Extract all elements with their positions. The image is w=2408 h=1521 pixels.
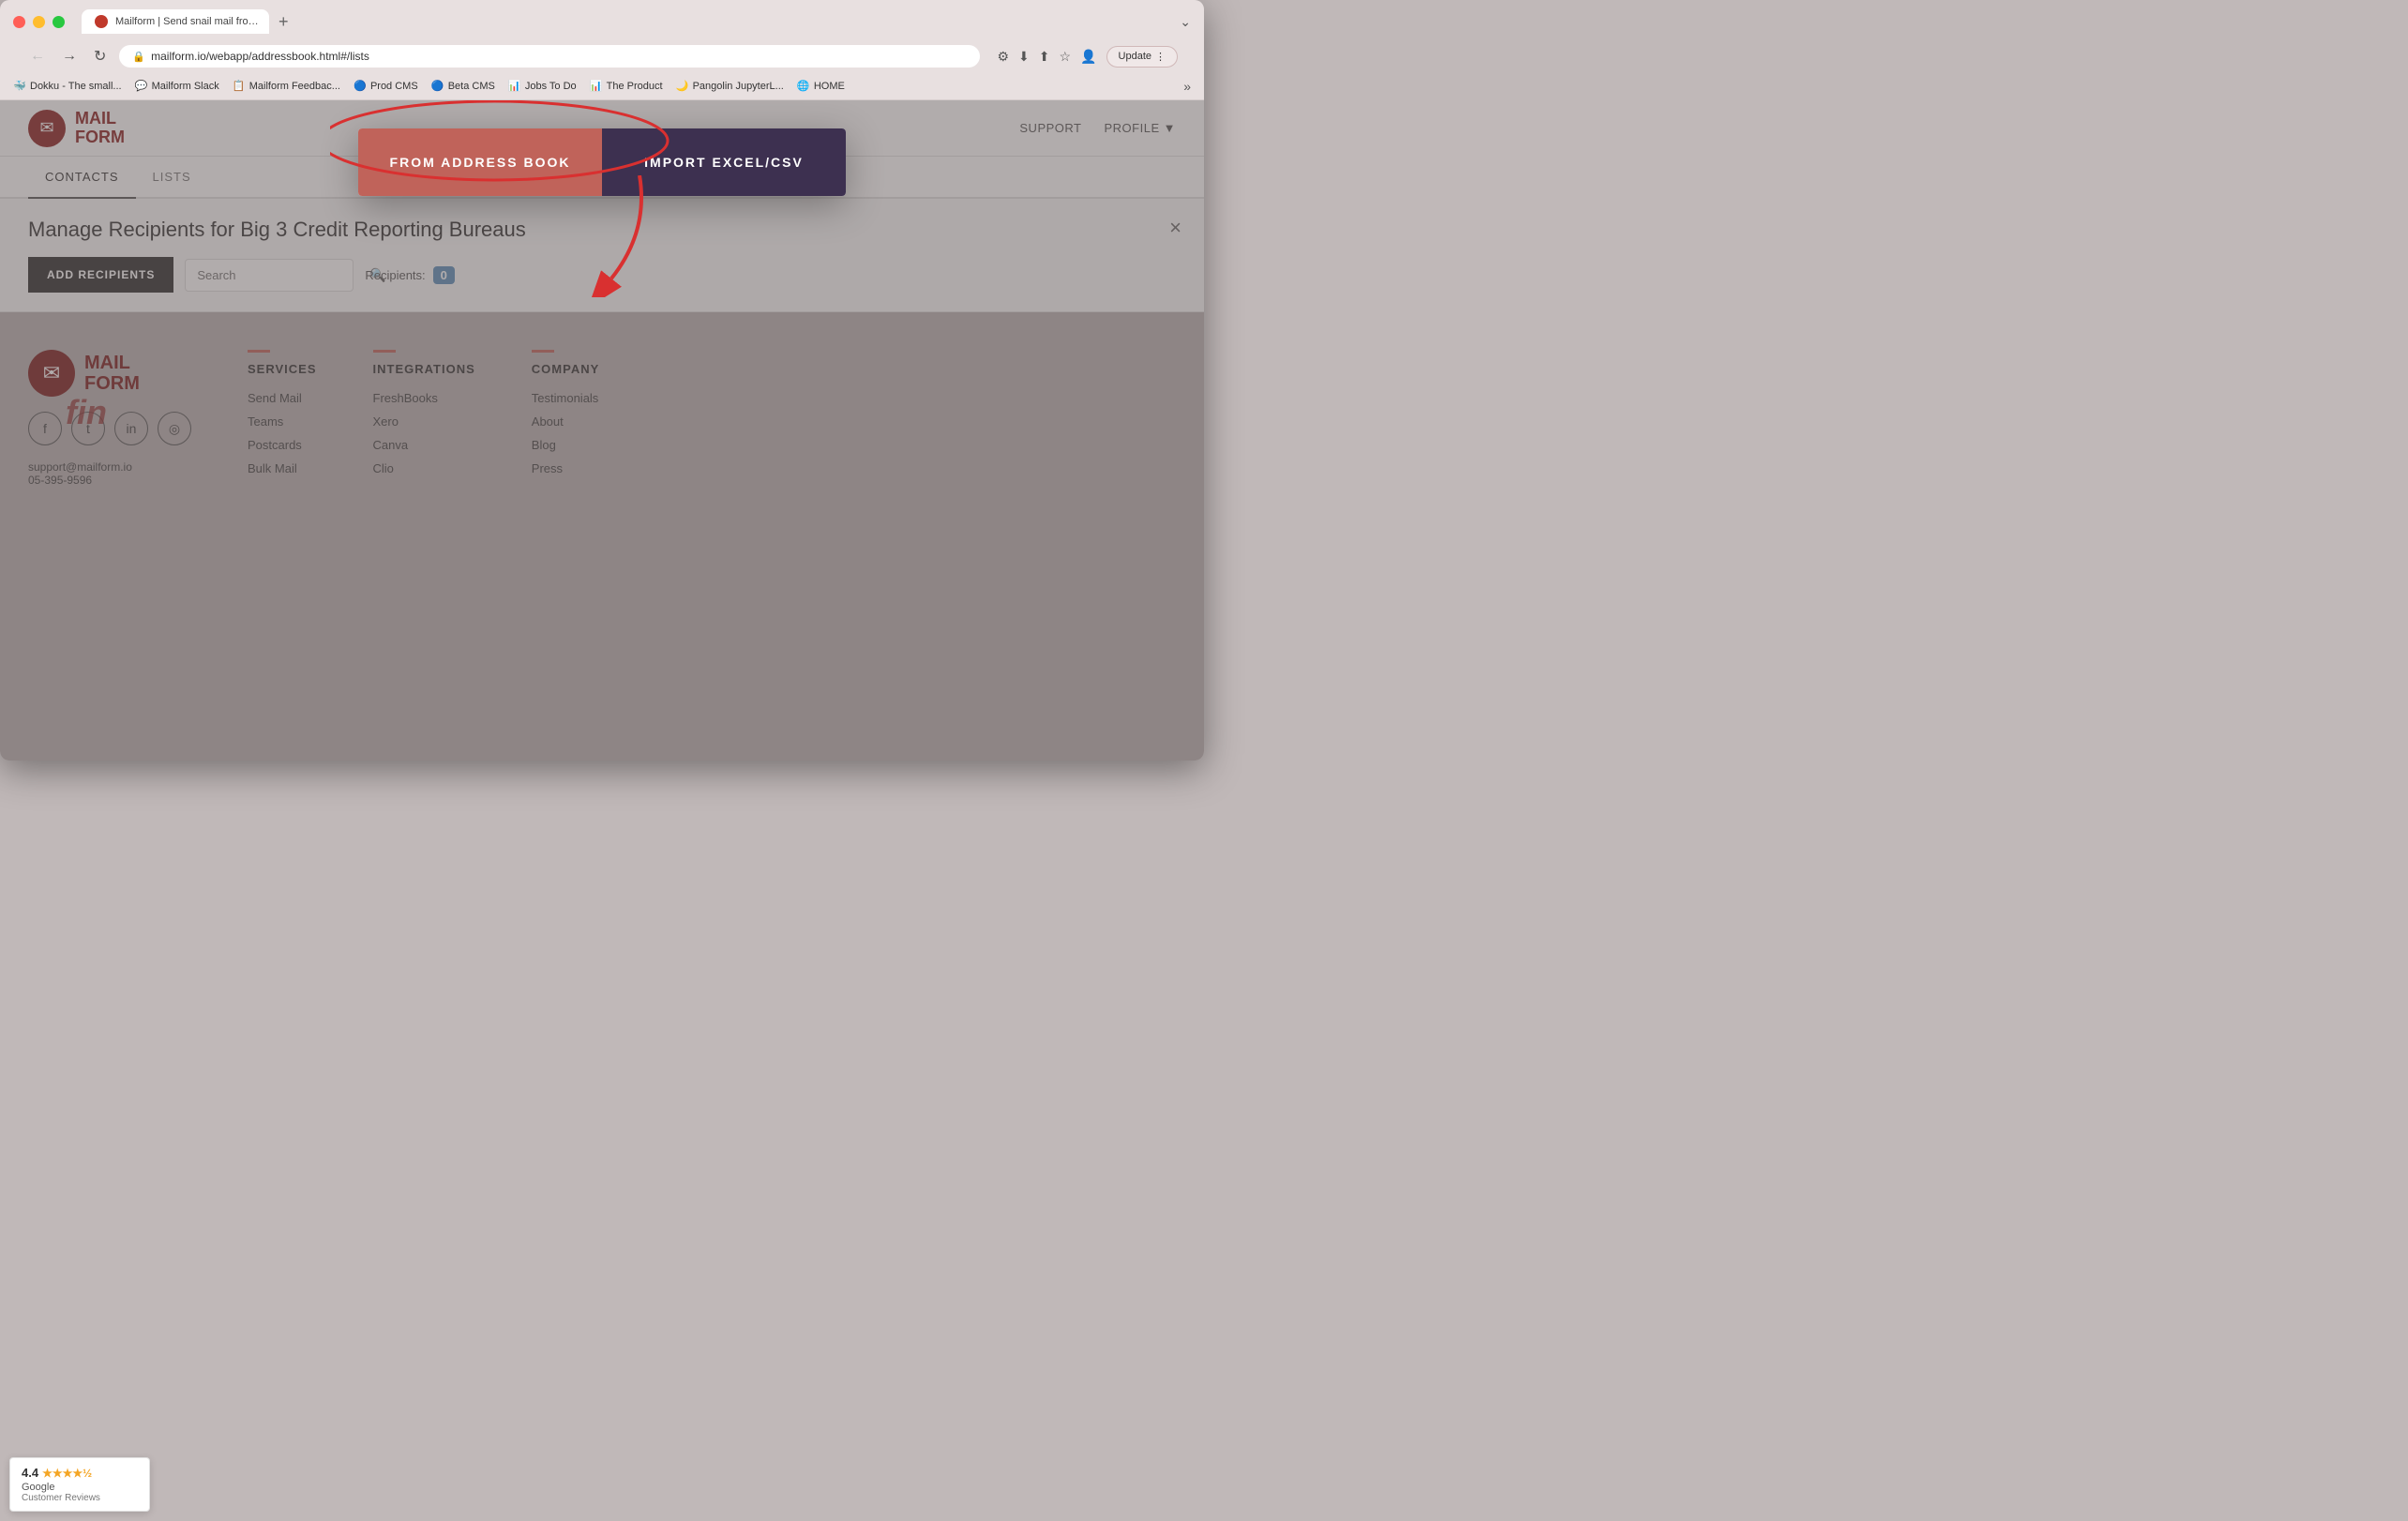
app-area: ✉ MAIL FORM SUPPORT PROFILE ▼ CONTACTS	[0, 100, 1204, 760]
jupyter-favicon: 🌙	[676, 80, 689, 93]
bookmark-dokku[interactable]: 🐳 Dokku - The small...	[13, 80, 122, 93]
bookmark-feedback[interactable]: 📋 Mailform Feedbac...	[233, 80, 340, 93]
bookmarks-bar: 🐳 Dokku - The small... 💬 Mailform Slack …	[0, 75, 1204, 100]
browser-tabs: Mailform | Send snail mail fro… × +	[82, 9, 296, 34]
bookmark-jobs[interactable]: 📊 Jobs To Do	[508, 80, 577, 93]
bookmark-dokku-label: Dokku - The small...	[30, 81, 122, 92]
bookmark-product-label: The Product	[607, 81, 663, 92]
bookmark-beta-cms-label: Beta CMS	[448, 81, 495, 92]
toolbar-icons: ⚙ ⬇ ⬆ ☆ 👤 Update ⋮	[997, 46, 1178, 68]
browser-window: Mailform | Send snail mail fro… × + ⌄ ← …	[0, 0, 1204, 760]
minimize-dot[interactable]	[33, 16, 45, 28]
bookmark-icon[interactable]: ☆	[1060, 49, 1072, 65]
close-dot[interactable]	[13, 16, 25, 28]
bookmark-beta-cms[interactable]: 🔵 Beta CMS	[431, 80, 495, 93]
browser-addressbar: ← → ↻ 🔒 mailform.io/webapp/addressbook.h…	[13, 39, 1191, 75]
browser-titlebar: Mailform | Send snail mail fro… × + ⌄ ← …	[0, 0, 1204, 75]
extensions-icon[interactable]: ⚙	[997, 49, 1009, 65]
prod-cms-favicon: 🔵	[354, 80, 367, 93]
tab-overflow-button[interactable]: ⌄	[1180, 14, 1191, 30]
bookmark-jobs-label: Jobs To Do	[525, 81, 577, 92]
bookmark-slack-label: Mailform Slack	[152, 81, 219, 92]
share-icon[interactable]: ⬆	[1039, 49, 1050, 65]
import-excel-csv-button[interactable]: IMPORT EXCEL/CSV	[602, 128, 846, 196]
bookmarks-more-button[interactable]: »	[1183, 79, 1191, 94]
jobs-favicon: 📊	[508, 80, 521, 93]
browser-controls: Mailform | Send snail mail fro… × + ⌄	[13, 9, 1191, 34]
bookmark-slack[interactable]: 💬 Mailform Slack	[135, 80, 219, 93]
refresh-button[interactable]: ↻	[90, 45, 110, 68]
bookmark-jupyter-label: Pangolin JupyterL...	[693, 81, 784, 92]
page-content: ✉ MAIL FORM SUPPORT PROFILE ▼ CONTACTS	[0, 100, 1204, 760]
update-menu-icon: ⋮	[1155, 51, 1166, 63]
forward-button[interactable]: →	[58, 46, 81, 67]
home-favicon: 🌐	[797, 80, 810, 93]
product-favicon: 📊	[590, 80, 603, 93]
maximize-dot[interactable]	[53, 16, 65, 28]
lock-icon: 🔒	[132, 51, 145, 63]
address-bar[interactable]: 🔒 mailform.io/webapp/addressbook.html#/l…	[119, 45, 980, 68]
from-address-book-button[interactable]: FROM ADDRESS BOOK	[358, 128, 602, 196]
bookmark-home-label: HOME	[814, 81, 845, 92]
profile-icon[interactable]: 👤	[1080, 49, 1096, 65]
google-rating: 4.4 ★★★★½	[22, 1466, 138, 1480]
bookmark-prod-cms-label: Prod CMS	[370, 81, 418, 92]
dokku-favicon: 🐳	[13, 80, 26, 93]
google-review-label: Customer Reviews	[22, 1493, 138, 1503]
modal-box: FROM ADDRESS BOOK IMPORT EXCEL/CSV	[358, 128, 846, 196]
bookmark-home[interactable]: 🌐 HOME	[797, 80, 845, 93]
rating-stars: ★★★★½	[42, 1467, 92, 1480]
rating-number: 4.4	[22, 1466, 38, 1480]
tab-favicon	[95, 15, 108, 28]
bookmark-prod-cms[interactable]: 🔵 Prod CMS	[354, 80, 418, 93]
google-brand: Google	[22, 1482, 138, 1493]
beta-cms-favicon: 🔵	[431, 80, 444, 93]
tab-title: Mailform | Send snail mail fro…	[115, 16, 259, 27]
download-icon[interactable]: ⬇	[1018, 49, 1030, 65]
modal-overlay[interactable]: FROM ADDRESS BOOK IMPORT EXCEL/CSV	[0, 100, 1204, 760]
slack-favicon: 💬	[135, 80, 148, 93]
update-button[interactable]: Update ⋮	[1106, 46, 1178, 68]
new-tab-button[interactable]: +	[271, 10, 296, 34]
bookmark-feedback-label: Mailform Feedbac...	[249, 81, 340, 92]
update-label: Update	[1119, 51, 1151, 62]
active-tab[interactable]: Mailform | Send snail mail fro… ×	[82, 9, 269, 34]
feedback-favicon: 📋	[233, 80, 246, 93]
bookmark-product[interactable]: 📊 The Product	[590, 80, 663, 93]
back-button[interactable]: ←	[26, 46, 49, 67]
google-review-badge: 4.4 ★★★★½ Google Customer Reviews	[9, 1457, 150, 1512]
url-text: mailform.io/webapp/addressbook.html#/lis…	[151, 50, 967, 63]
bookmark-jupyter[interactable]: 🌙 Pangolin JupyterL...	[676, 80, 784, 93]
